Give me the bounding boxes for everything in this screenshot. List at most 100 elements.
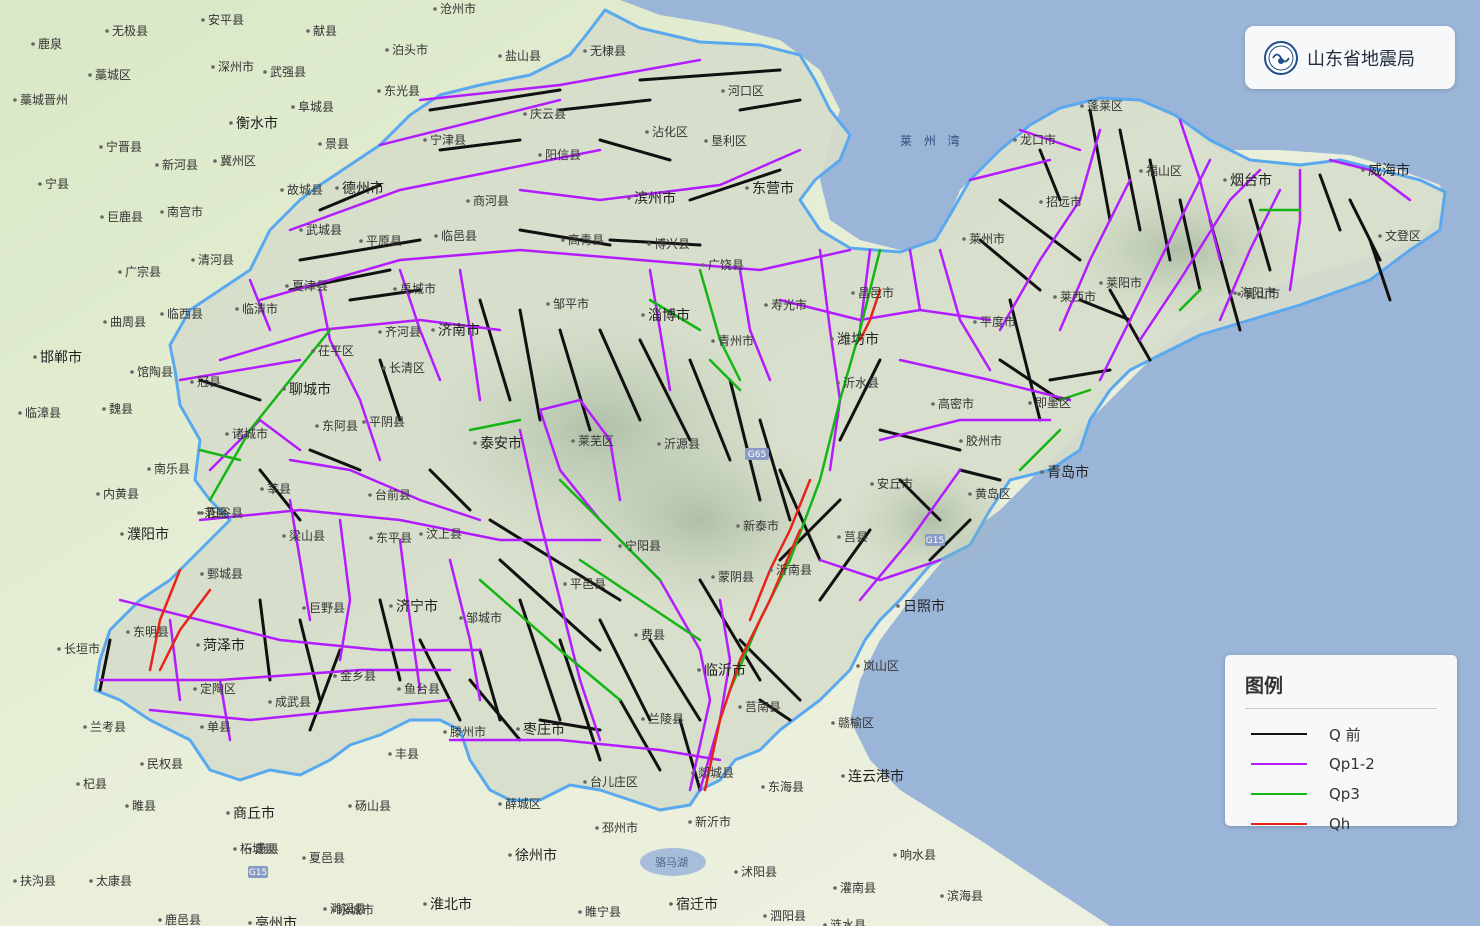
city-label: 黄岛区 — [975, 486, 1011, 501]
city-label: 东海县 — [768, 779, 804, 794]
city-label: 宁县 — [45, 176, 69, 191]
city-dot — [647, 242, 651, 246]
city-dot — [397, 687, 401, 691]
city-dot — [160, 312, 164, 316]
city-label: 濮阳市 — [127, 526, 169, 543]
city-dot — [764, 303, 768, 307]
city-label: 蓬莱区 — [1087, 99, 1123, 113]
city-dot — [1028, 401, 1032, 405]
city-label: 故城县 — [287, 182, 323, 197]
city-label: 平原县 — [366, 234, 402, 248]
city-dot — [959, 439, 963, 443]
city-dot — [368, 493, 372, 497]
city-dot — [434, 234, 438, 238]
city-dot — [1099, 281, 1103, 285]
city-dot — [89, 879, 93, 883]
city-dot — [1013, 138, 1017, 142]
city-dot — [359, 239, 363, 243]
city-label: 南乐县 — [154, 461, 190, 476]
city-label: 临邑县 — [441, 229, 477, 243]
city-label: 杞县 — [83, 777, 107, 791]
city-dot — [248, 921, 252, 925]
city-label: 安平县 — [208, 12, 244, 27]
city-dot — [211, 65, 215, 69]
city-label: 武强县 — [270, 65, 306, 79]
city-label: 济南市 — [438, 322, 480, 339]
city-dot — [736, 524, 740, 528]
city-label: 赣榆区 — [838, 715, 874, 730]
city-dot — [856, 664, 860, 668]
city-dot — [315, 424, 319, 428]
city-label: 长垣市 — [64, 641, 100, 656]
city-dot — [761, 785, 765, 789]
city-label: 宁晋县 — [106, 139, 142, 154]
city-label: 衡水市 — [236, 115, 278, 132]
city-dot — [688, 820, 692, 824]
city-label: 睢县 — [132, 799, 156, 813]
city-dot — [498, 802, 502, 806]
city-dot — [711, 339, 715, 343]
city-dot — [962, 237, 966, 241]
city-label: 商河县 — [473, 193, 509, 208]
city-label: 昌邑市 — [858, 285, 894, 300]
city-label: 涟水县 — [830, 917, 866, 926]
city-label: 垦利区 — [711, 134, 747, 148]
city-label: 福山区 — [1146, 163, 1182, 178]
city-dot — [213, 159, 217, 163]
city-dot — [31, 42, 35, 46]
city-label: 博兴县 — [654, 236, 690, 251]
city-dot — [1080, 104, 1084, 108]
city-label: 魏县 — [109, 401, 133, 416]
city-dot — [369, 536, 373, 540]
city-label: 临西县 — [167, 307, 203, 321]
city-dot — [155, 163, 159, 167]
city-dot — [738, 705, 742, 709]
city-label: 商丘市 — [233, 805, 275, 822]
city-label: 民权县 — [147, 757, 183, 771]
city-dot — [385, 48, 389, 52]
city-label: 无极县 — [112, 24, 148, 38]
city-label: 景县 — [325, 137, 349, 151]
city-dot — [96, 492, 100, 496]
city-dot — [147, 467, 151, 471]
city-dot — [645, 130, 649, 134]
city-label: 薛城区 — [505, 797, 541, 811]
city-label: 内黄县 — [103, 487, 139, 501]
city-label: 台儿庄区 — [590, 774, 638, 789]
city-dot — [318, 142, 322, 146]
city-label: 淮北市 — [430, 896, 472, 913]
city-dot — [226, 811, 230, 815]
city-label: 禹城市 — [400, 281, 436, 296]
city-label: 曲周县 — [110, 315, 146, 329]
city-dot — [282, 534, 286, 538]
city-dot — [1378, 234, 1382, 238]
city-label: 阜城县 — [298, 100, 334, 114]
city-label: 齐河县 — [385, 324, 421, 339]
city-label: 日照市 — [903, 598, 945, 615]
city-dot — [443, 730, 447, 734]
city-dot — [388, 752, 392, 756]
city-dot — [282, 387, 286, 391]
city-label: 东明县 — [133, 625, 169, 639]
city-label: 邹平市 — [553, 296, 589, 311]
legend-item: Qh — [1245, 809, 1437, 839]
city-label: 招远市 — [1046, 194, 1082, 209]
city-dot — [377, 89, 381, 93]
city-label: 即墨区 — [1035, 396, 1071, 410]
legend-item: Qp1-2 — [1245, 749, 1437, 779]
city-label: 聊城市 — [289, 381, 331, 398]
city-label: 汶上县 — [426, 526, 462, 541]
city-label: 藁城区 — [95, 68, 131, 82]
legend-swatch-q-pre — [1251, 733, 1307, 735]
city-dot — [831, 721, 835, 725]
city-dot — [13, 879, 17, 883]
legend-panel: 图例 Q 前 Qp1-2 Qp3 Qh — [1225, 655, 1457, 833]
city-label: 沂南县 — [776, 562, 812, 577]
city-dot — [657, 442, 661, 446]
city-dot — [836, 381, 840, 385]
city-dot — [459, 616, 463, 620]
city-dot — [419, 532, 423, 536]
city-dot — [57, 647, 61, 651]
city-dot — [833, 886, 837, 890]
city-dot — [734, 870, 738, 874]
